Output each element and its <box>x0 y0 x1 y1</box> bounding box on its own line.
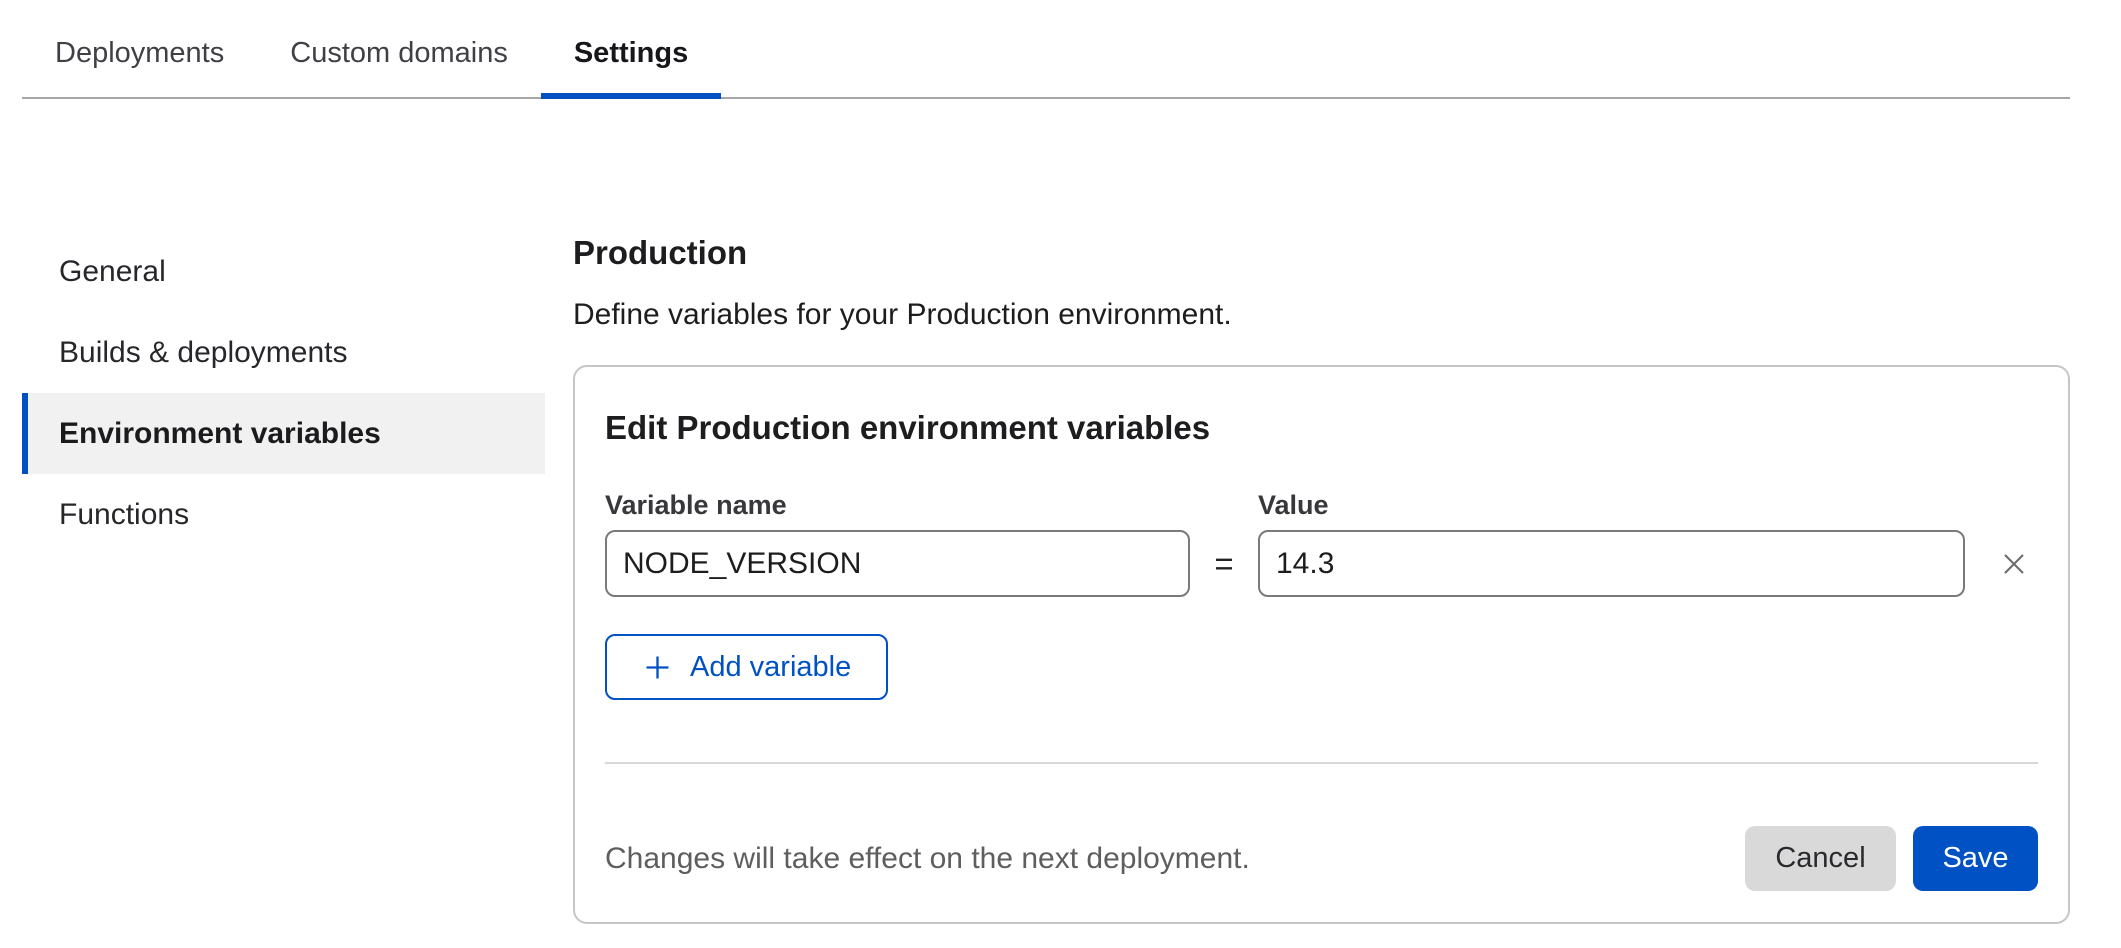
edit-env-variables-card: Edit Production environment variables Va… <box>573 365 2070 924</box>
add-variable-button[interactable]: Add variable <box>605 634 888 700</box>
plus-icon <box>642 652 673 683</box>
add-variable-label: Add variable <box>690 651 851 684</box>
value-label: Value <box>1258 490 1965 521</box>
content-area: General Builds & deployments Environment… <box>0 99 2121 924</box>
tab-settings[interactable]: Settings <box>541 0 721 99</box>
footer-actions: Cancel Save <box>1745 826 2038 891</box>
sidebar-item-general[interactable]: General <box>22 231 545 312</box>
card-divider <box>605 762 2038 764</box>
section-title: Production <box>573 233 2070 273</box>
cancel-button[interactable]: Cancel <box>1745 826 1896 891</box>
deployment-note: Changes will take effect on the next dep… <box>605 842 1250 876</box>
sidebar-item-environment-variables[interactable]: Environment variables <box>22 393 545 474</box>
variable-row: Variable name Value = <box>605 490 2038 597</box>
save-button[interactable]: Save <box>1913 826 2038 891</box>
tab-bar: Deployments Custom domains Settings <box>22 0 2070 99</box>
tab-custom-domains[interactable]: Custom domains <box>257 0 541 97</box>
sidebar-item-builds-deployments[interactable]: Builds & deployments <box>22 312 545 393</box>
x-icon <box>1999 549 2029 579</box>
equals-sign: = <box>1214 545 1233 583</box>
sidebar-item-functions[interactable]: Functions <box>22 474 545 555</box>
card-footer: Changes will take effect on the next dep… <box>605 826 2038 891</box>
remove-variable-button[interactable] <box>1990 540 2038 588</box>
variable-name-input[interactable] <box>605 530 1190 597</box>
card-title: Edit Production environment variables <box>605 408 2038 448</box>
section-description: Define variables for your Production env… <box>573 297 2070 333</box>
settings-sidebar: General Builds & deployments Environment… <box>22 231 545 555</box>
environment-variables-panel: Production Define variables for your Pro… <box>573 233 2070 924</box>
value-input[interactable] <box>1258 530 1965 597</box>
tab-deployments[interactable]: Deployments <box>22 0 257 97</box>
variable-name-label: Variable name <box>605 490 1190 521</box>
pages-project-settings-page: Deployments Custom domains Settings Gene… <box>0 0 2121 924</box>
